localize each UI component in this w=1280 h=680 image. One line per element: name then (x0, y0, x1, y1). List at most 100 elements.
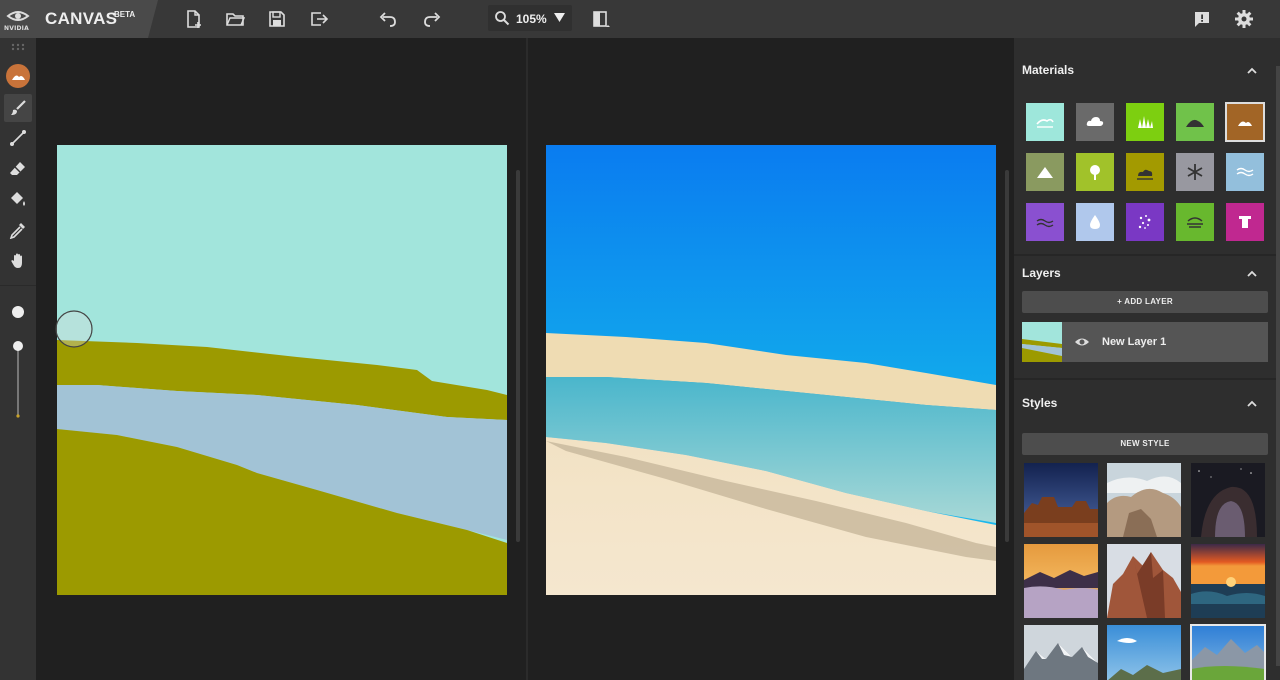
style-thumbnail-rock-arch-milky-way[interactable] (1191, 463, 1265, 537)
canvas-app: NVIDIA CANVAS BETA 105% Materials Layers… (0, 0, 1280, 680)
zoom-control[interactable]: 105% (488, 5, 572, 31)
brush-tool[interactable] (4, 94, 32, 122)
line-icon (10, 130, 26, 146)
open-folder-button[interactable] (222, 6, 248, 32)
compare-view-button[interactable] (588, 6, 614, 32)
chevron-down-icon[interactable] (554, 13, 565, 23)
style-image (1024, 625, 1098, 680)
mountain-icon (1037, 167, 1053, 178)
gear-icon (1235, 10, 1253, 28)
material-grass[interactable] (1126, 103, 1164, 141)
add-layer-button[interactable]: + ADD LAYER (1022, 291, 1268, 313)
app-logo-block: NVIDIA CANVAS BETA (0, 0, 158, 38)
layer-name: New Layer 1 (1102, 336, 1167, 348)
eyedropper-tool[interactable] (4, 216, 32, 244)
style-thumbnail-red-mountain-peaks[interactable] (1107, 544, 1181, 618)
settings-button[interactable] (1231, 6, 1257, 32)
eye-icon[interactable] (1074, 334, 1090, 350)
layer-row[interactable]: New Layer 1 (1022, 322, 1268, 362)
material-stars[interactable] (1126, 203, 1164, 241)
top-toolbar: NVIDIA CANVAS BETA 105% (0, 0, 1280, 38)
material-fog[interactable] (1076, 203, 1114, 241)
style-thumbnail-rocky-arch-clouds[interactable] (1107, 463, 1181, 537)
zoom-value: 105% (516, 12, 547, 26)
split-view-icon (593, 11, 610, 27)
left-panel-scrollbar[interactable] (516, 170, 520, 542)
material-rock[interactable] (1226, 203, 1264, 241)
materials-title: Materials (1022, 63, 1075, 77)
feedback-icon (1195, 12, 1209, 27)
material-tree[interactable] (1076, 153, 1114, 191)
style-image (1107, 463, 1181, 537)
new-file-icon (187, 10, 201, 28)
brush-size-slider[interactable] (8, 304, 28, 424)
save-button[interactable] (264, 6, 290, 32)
style-thumbnail-snowy-mountains[interactable] (1024, 625, 1098, 680)
fill-tool[interactable] (4, 185, 32, 213)
material-bush[interactable] (1126, 153, 1164, 191)
eraser-tool[interactable] (4, 155, 32, 183)
undo-icon (379, 12, 396, 27)
material-sea[interactable] (1226, 153, 1264, 191)
sparkles-icon (1138, 215, 1151, 229)
style-image (1191, 544, 1265, 618)
material-mountain[interactable] (1026, 153, 1064, 191)
line-tool[interactable] (4, 124, 32, 152)
sidebar-scrollbar[interactable] (1276, 66, 1280, 666)
style-thumbnail-coastal-cliffs-blue-sky[interactable] (1107, 625, 1181, 680)
style-image (1191, 463, 1265, 537)
style-thumbnail-ocean-sunset[interactable] (1191, 544, 1265, 618)
redo-button[interactable] (420, 6, 446, 32)
eraser-icon (10, 162, 25, 175)
paint-bucket-icon (11, 192, 25, 206)
style-image (1191, 625, 1265, 680)
style-thumbnail-desert-mesa-night[interactable] (1024, 463, 1098, 537)
material-water[interactable] (1026, 203, 1064, 241)
material-snow[interactable] (1176, 153, 1214, 191)
material-sand[interactable] (1225, 102, 1265, 142)
style-thumbnail-sunset-over-mist[interactable] (1024, 544, 1098, 618)
sky-icon (1036, 118, 1054, 128)
river-icon (1187, 217, 1203, 228)
style-thumbnail-alpine-lake-meadow[interactable] (1190, 624, 1266, 680)
material-cloud[interactable] (1076, 103, 1114, 141)
hand-icon (11, 253, 22, 268)
style-image (1107, 544, 1181, 618)
feedback-button[interactable] (1189, 6, 1215, 32)
brush-cursor (55, 310, 93, 348)
chevron-up-icon[interactable] (1246, 65, 1258, 77)
eyedropper-icon (9, 223, 25, 239)
material-river[interactable] (1176, 203, 1214, 241)
chevron-up-icon[interactable] (1246, 398, 1258, 410)
grass-icon (1138, 116, 1153, 128)
folder-icon (226, 13, 245, 26)
active-material-button[interactable] (4, 62, 32, 90)
nvidia-wordmark: NVIDIA (4, 25, 29, 32)
hill-icon (1186, 119, 1204, 127)
new-style-button[interactable]: NEW STYLE (1022, 433, 1268, 455)
snowflake-icon (1187, 164, 1203, 180)
right-panel-scrollbar[interactable] (1005, 170, 1009, 542)
material-hill[interactable] (1176, 103, 1214, 141)
drag-handle-icon[interactable] (10, 43, 26, 51)
material-sky[interactable] (1026, 103, 1064, 141)
undo-button[interactable] (374, 6, 400, 32)
layer-thumbnail (1022, 322, 1062, 362)
export-icon (311, 12, 329, 26)
droplet-icon (1090, 215, 1100, 229)
chevron-up-icon[interactable] (1246, 268, 1258, 280)
styles-title: Styles (1022, 396, 1058, 410)
section-separator (1014, 378, 1276, 380)
sand-material-icon (6, 64, 30, 88)
segmentation-canvas[interactable] (57, 145, 507, 595)
save-icon (269, 11, 285, 27)
pan-tool[interactable] (4, 247, 32, 275)
magnifier-icon (495, 11, 510, 26)
export-button[interactable] (306, 6, 332, 32)
bush-icon (1137, 169, 1153, 180)
section-separator (1014, 254, 1276, 256)
right-sidebar: Materials Layers + ADD LAYER New Layer 1… (1014, 38, 1280, 680)
style-image (1107, 625, 1181, 680)
new-file-button[interactable] (181, 6, 207, 32)
cloud-icon (1086, 117, 1104, 126)
